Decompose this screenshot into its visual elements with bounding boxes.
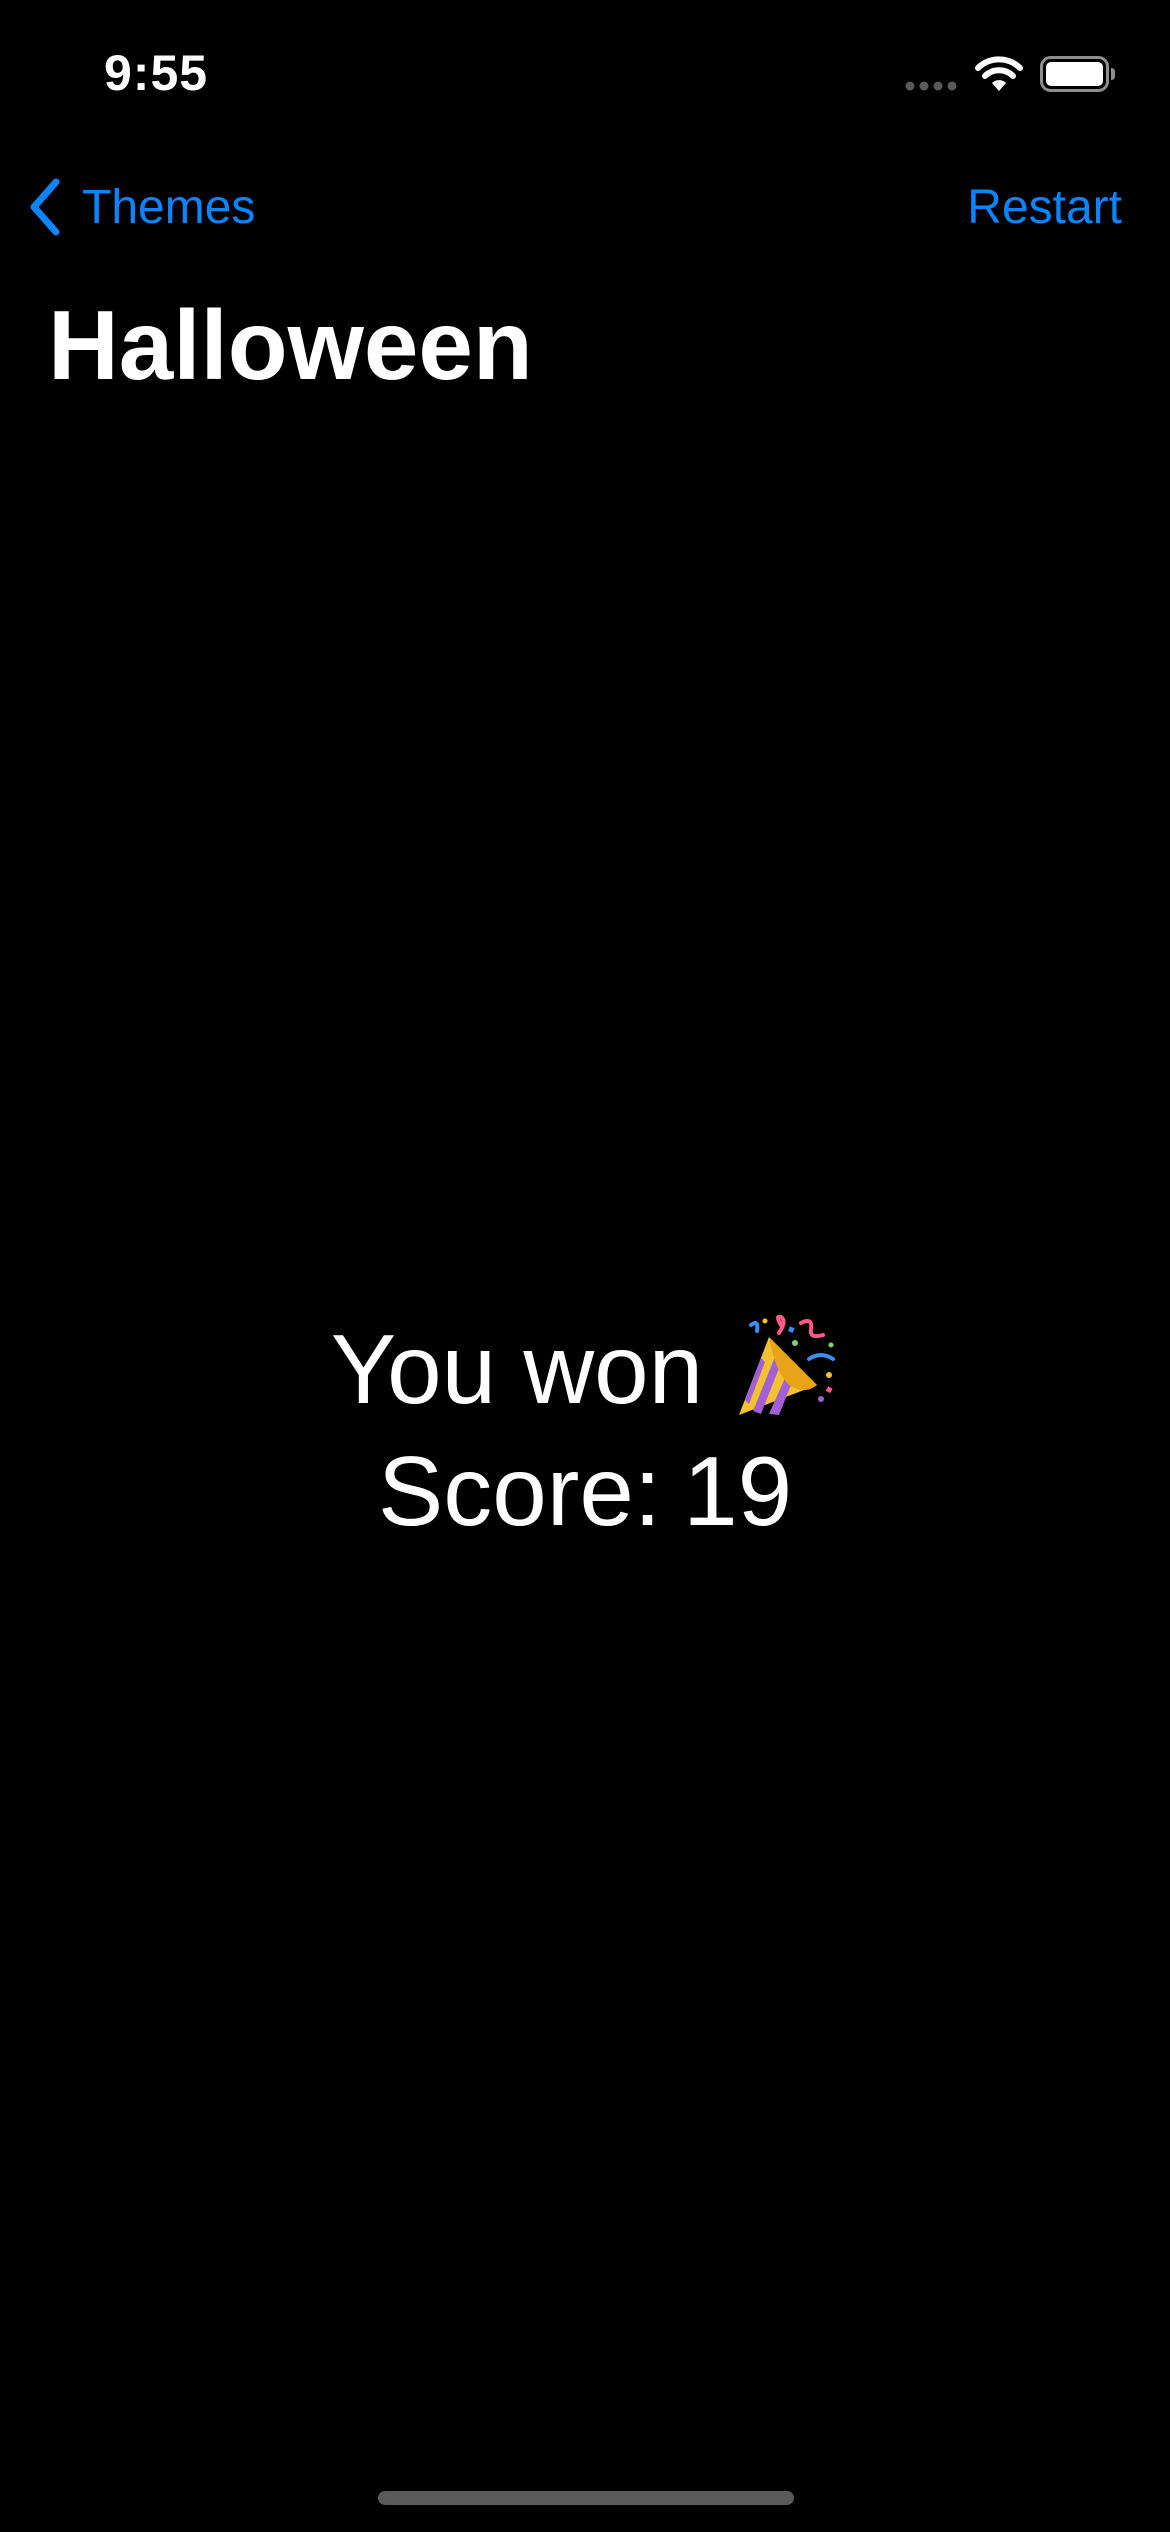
status-time: 9:55 [104, 45, 209, 101]
wifi-icon [975, 56, 1023, 91]
chevron-left-icon [30, 178, 60, 236]
score-label: Score: [377, 1436, 662, 1546]
back-button[interactable]: Themes [26, 172, 255, 242]
win-message-row: You won [0, 1308, 1170, 1430]
page-title: Halloween [48, 290, 533, 400]
score-row: Score: 19 [0, 1430, 1170, 1552]
battery-icon [1040, 56, 1115, 92]
party-popper-icon [739, 1315, 836, 1415]
game-result: You won Score: 19 [0, 1308, 1170, 1552]
cellular-signal-icon [905, 81, 957, 91]
home-indicator[interactable] [378, 2491, 794, 2505]
back-button-label: Themes [82, 180, 256, 234]
restart-button[interactable]: Restart [967, 172, 1122, 242]
status-bar: 9:55 [0, 0, 1170, 150]
win-message: You won [330, 1314, 704, 1424]
score-value: 19 [683, 1436, 793, 1546]
